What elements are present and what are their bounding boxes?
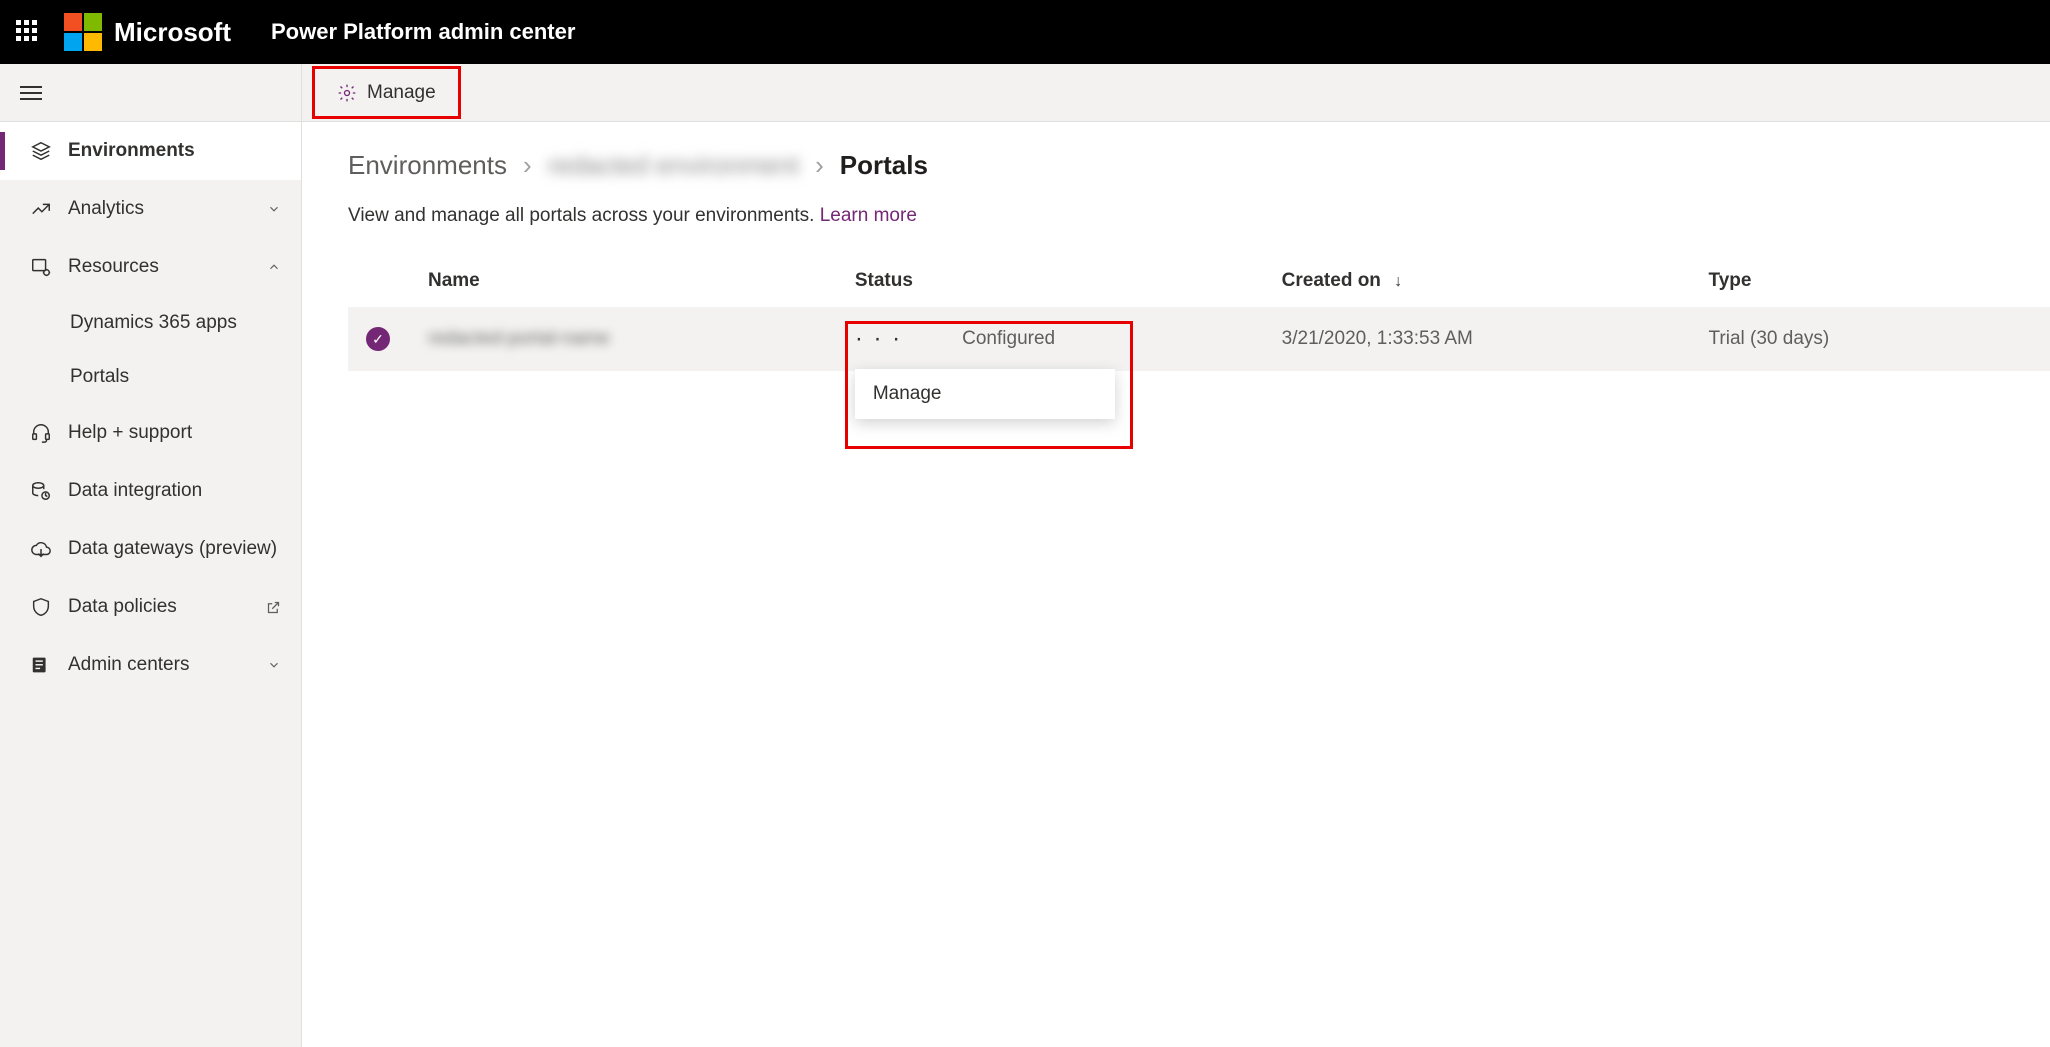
sidebar-item-data-policies[interactable]: Data policies <box>0 578 301 636</box>
microsoft-logo-icon <box>64 13 102 51</box>
breadcrumb-root[interactable]: Environments <box>348 150 507 181</box>
column-header-type[interactable]: Type <box>1709 270 2050 292</box>
sidebar-subitem-portals[interactable]: Portals <box>0 350 301 404</box>
global-header: Microsoft Power Platform admin center <box>0 0 2050 64</box>
chevron-down-icon <box>267 202 281 216</box>
gear-icon <box>337 83 357 103</box>
admin-centers-icon <box>28 654 54 676</box>
sidebar-item-label: Analytics <box>68 198 144 220</box>
sidebar-subitem-label: Dynamics 365 apps <box>70 312 237 334</box>
sidebar-item-data-integration[interactable]: Data integration <box>0 462 301 520</box>
cell-type: Trial (30 days) <box>1709 328 2050 350</box>
sidebar-item-label: Data gateways (preview) <box>68 538 277 560</box>
table-row[interactable]: ✓ redacted-portal-name · · · Configured … <box>348 307 2050 371</box>
shield-icon <box>28 596 54 618</box>
sidebar: Environments Analytics Resources Dynamic… <box>0 64 302 1047</box>
cloud-icon <box>28 538 54 560</box>
sidebar-item-label: Admin centers <box>68 654 189 676</box>
cell-status: · · · Configured Manage <box>855 325 1282 353</box>
breadcrumb-separator: › <box>815 150 824 181</box>
sidebar-subitem-dynamics365[interactable]: Dynamics 365 apps <box>0 296 301 350</box>
data-integration-icon <box>28 480 54 502</box>
row-selected-check-icon[interactable]: ✓ <box>366 327 390 351</box>
sidebar-subitem-label: Portals <box>70 366 129 388</box>
sidebar-item-label: Resources <box>68 256 159 278</box>
cell-created-on: 3/21/2020, 1:33:53 AM <box>1282 328 1709 350</box>
manage-button-label: Manage <box>367 82 436 104</box>
context-menu-item-manage[interactable]: Manage <box>855 369 1115 419</box>
column-header-name[interactable]: Name <box>428 270 855 292</box>
app-title: Power Platform admin center <box>271 19 575 45</box>
command-bar: Manage <box>302 64 2050 122</box>
portals-table: Name Status Created on ↓ Type ✓ redacted… <box>302 255 2050 371</box>
brand-text: Microsoft <box>114 17 231 48</box>
manage-button[interactable]: Manage <box>312 66 461 119</box>
status-text: Configured <box>962 328 1055 350</box>
resources-icon <box>28 256 54 278</box>
breadcrumb: Environments › redacted environment › Po… <box>302 122 2050 195</box>
subtext-label: View and manage all portals across your … <box>348 205 814 226</box>
row-more-actions-button[interactable]: · · · <box>855 325 902 353</box>
learn-more-link[interactable]: Learn more <box>820 205 917 226</box>
sort-descending-icon: ↓ <box>1394 273 1402 290</box>
breadcrumb-environment-redacted[interactable]: redacted environment <box>548 150 799 181</box>
breadcrumb-current: Portals <box>840 150 928 181</box>
cell-name-redacted: redacted-portal-name <box>428 328 855 350</box>
sidebar-item-label: Environments <box>68 140 195 162</box>
column-header-status[interactable]: Status <box>855 270 1282 292</box>
page-subtext: View and manage all portals across your … <box>302 195 2050 255</box>
sidebar-item-label: Help + support <box>68 422 192 444</box>
chevron-up-icon <box>267 260 281 274</box>
analytics-icon <box>28 198 54 220</box>
breadcrumb-separator: › <box>523 150 532 181</box>
row-context-menu: Manage <box>855 369 1115 419</box>
sidebar-item-analytics[interactable]: Analytics <box>0 180 301 238</box>
main-content: Manage Environments › redacted environme… <box>302 64 2050 1047</box>
sidebar-item-resources[interactable]: Resources <box>0 238 301 296</box>
table-header-row: Name Status Created on ↓ Type <box>348 255 2050 307</box>
headset-icon <box>28 422 54 444</box>
external-link-icon <box>266 600 281 615</box>
chevron-down-icon <box>267 658 281 672</box>
sidebar-item-data-gateways[interactable]: Data gateways (preview) <box>0 520 301 578</box>
app-launcher-icon[interactable] <box>16 20 40 44</box>
column-header-created-on[interactable]: Created on ↓ <box>1282 270 1709 292</box>
sidebar-item-admin-centers[interactable]: Admin centers <box>0 636 301 694</box>
hamburger-icon[interactable] <box>20 82 42 104</box>
environments-icon <box>28 140 54 162</box>
sidebar-item-help-support[interactable]: Help + support <box>0 404 301 462</box>
sidebar-item-environments[interactable]: Environments <box>0 122 301 180</box>
sidebar-item-label: Data integration <box>68 480 202 502</box>
sidebar-item-label: Data policies <box>68 596 177 618</box>
sidebar-toggle-row <box>0 64 301 122</box>
